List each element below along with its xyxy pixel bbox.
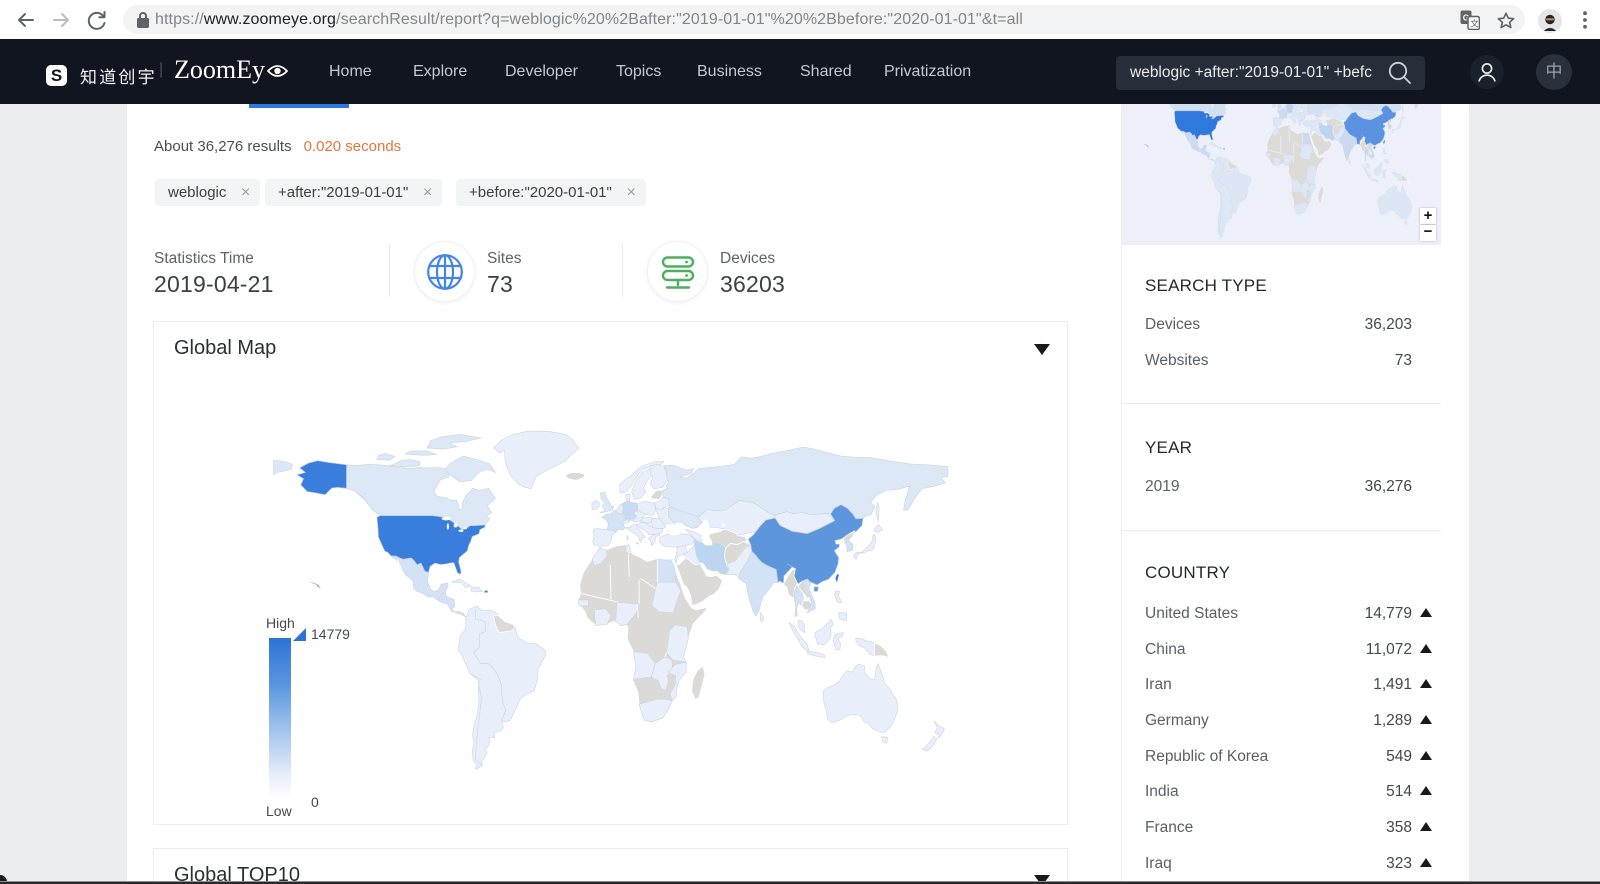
svg-text:文: 文	[1470, 19, 1479, 29]
